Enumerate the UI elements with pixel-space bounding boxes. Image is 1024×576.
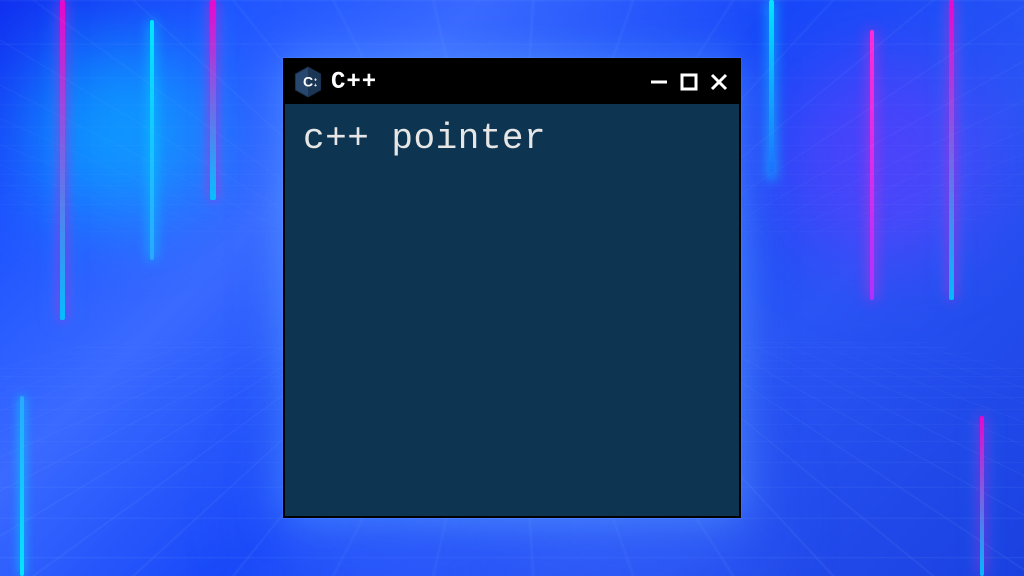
maximize-button[interactable] [679, 72, 699, 92]
titlebar[interactable]: C + + C++ [285, 60, 739, 104]
cpp-logo-icon: C + + [293, 65, 323, 99]
terminal-content[interactable]: c++ pointer [285, 104, 739, 516]
window-title: C++ [331, 69, 377, 96]
terminal-text: c++ pointer [303, 118, 721, 159]
terminal-window: C + + C++ c++ pointer [283, 58, 741, 518]
svg-text:C: C [303, 74, 313, 90]
close-button[interactable] [709, 72, 729, 92]
minimize-button[interactable] [649, 72, 669, 92]
window-controls [649, 72, 729, 92]
titlebar-left: C + + C++ [293, 65, 641, 99]
